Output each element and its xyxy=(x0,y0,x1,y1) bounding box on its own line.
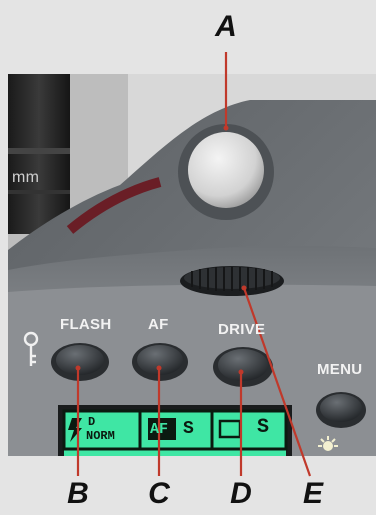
lcd-af-mode: S xyxy=(183,419,194,439)
callout-d: D xyxy=(230,477,252,510)
callout-c: C xyxy=(148,477,170,510)
callout-b: B xyxy=(67,477,89,510)
lens-marking: mm xyxy=(12,169,40,186)
af-label: AF xyxy=(148,316,169,333)
callout-e: E xyxy=(302,477,323,510)
lens-barrel xyxy=(8,74,70,234)
command-dial[interactable] xyxy=(180,266,284,296)
callout-a: A xyxy=(215,10,237,43)
drive-label: DRIVE xyxy=(218,321,266,338)
lcd-drive-mode: S xyxy=(257,416,270,439)
menu-button[interactable] xyxy=(316,392,366,428)
lcd-af-badge-text: AF xyxy=(150,421,169,438)
flash-label: FLASH xyxy=(60,316,112,333)
shutter-button[interactable] xyxy=(178,124,274,220)
lcd-flash-mode-top: D xyxy=(88,415,96,429)
menu-label: MENU xyxy=(317,361,363,378)
flash-button[interactable] xyxy=(51,343,109,381)
lcd-flash-mode-bottom: NORM xyxy=(86,429,115,443)
diagram: mm FLASH AF DRIVE MENU D NORM AF S S A B… xyxy=(0,0,376,515)
drive-button[interactable] xyxy=(213,347,273,387)
